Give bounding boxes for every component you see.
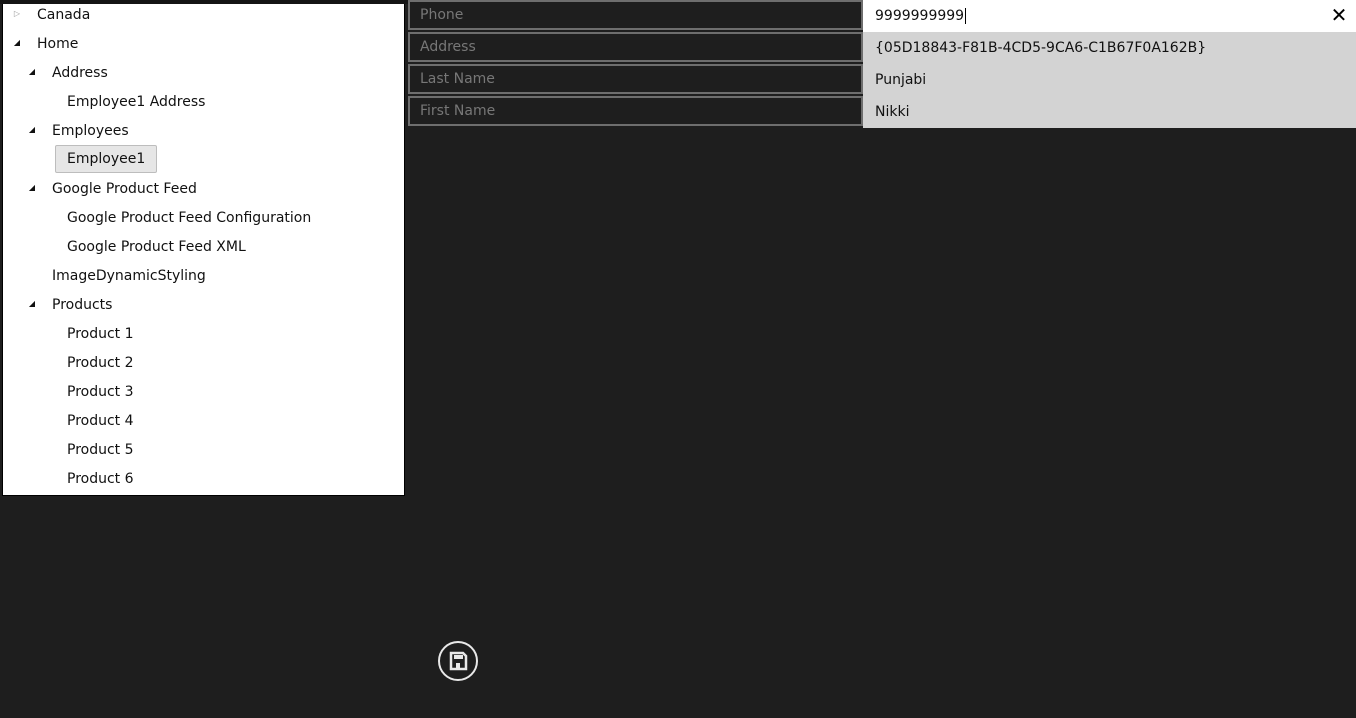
- first-name-input[interactable]: Nikki: [863, 96, 1356, 128]
- expand-collapsed-icon[interactable]: ▷: [12, 4, 22, 26]
- save-icon: [449, 651, 468, 671]
- tree-node-product-1[interactable]: Product 1: [55, 321, 146, 345]
- tree-node-product-5[interactable]: Product 5: [55, 437, 146, 461]
- tree-node-employees[interactable]: Employees: [40, 118, 141, 142]
- tree-node-address[interactable]: Address: [40, 60, 120, 84]
- tree-node-google-product-feed-xml[interactable]: Google Product Feed XML: [55, 234, 258, 258]
- tree-node-employee1-address[interactable]: Employee1 Address: [55, 89, 217, 113]
- address-input[interactable]: {05D18843-F81B-4CD5-9CA6-C1B67F0A162B}: [863, 32, 1356, 64]
- tree-node-employee1[interactable]: Employee1: [55, 145, 158, 173]
- tree-node-canada[interactable]: Canada: [25, 4, 102, 26]
- content-tree[interactable]: ▷ Canada ◢ Home ◢ Address Employee1 Addr…: [2, 4, 405, 496]
- expand-expanded-icon[interactable]: ◢: [27, 176, 37, 200]
- field-label-last-name: Last Name: [408, 64, 863, 94]
- tree-node-products[interactable]: Products: [40, 292, 124, 316]
- field-row-last-name: Last Name Punjabi: [408, 64, 1356, 96]
- field-row-first-name: First Name Nikki: [408, 96, 1356, 128]
- expand-expanded-icon[interactable]: ◢: [27, 292, 37, 316]
- field-label-phone: Phone: [408, 0, 863, 30]
- phone-input[interactable]: 9999999999 ✕: [863, 0, 1356, 32]
- clear-icon[interactable]: ✕: [1328, 4, 1350, 26]
- tree-node-product-4[interactable]: Product 4: [55, 408, 146, 432]
- field-label-first-name: First Name: [408, 96, 863, 126]
- field-row-phone: Phone 9999999999 ✕: [408, 0, 1356, 32]
- tree-node-imagedynamicstyling[interactable]: ImageDynamicStyling: [40, 263, 218, 287]
- tree-node-home[interactable]: Home: [25, 31, 90, 55]
- field-row-address: Address {05D18843-F81B-4CD5-9CA6-C1B67F0…: [408, 32, 1356, 64]
- field-label-address: Address: [408, 32, 863, 62]
- save-button[interactable]: [438, 641, 478, 681]
- expand-expanded-icon[interactable]: ◢: [27, 60, 37, 84]
- last-name-input[interactable]: Punjabi: [863, 64, 1356, 96]
- tree-node-product-2[interactable]: Product 2: [55, 350, 146, 374]
- tree-node-product-3[interactable]: Product 3: [55, 379, 146, 403]
- tree-node-google-product-feed[interactable]: Google Product Feed: [40, 176, 209, 200]
- tree-node-google-product-feed-configuration[interactable]: Google Product Feed Configuration: [55, 205, 323, 229]
- text-caret: [965, 8, 967, 24]
- expand-expanded-icon[interactable]: ◢: [27, 118, 37, 142]
- expand-expanded-icon[interactable]: ◢: [12, 31, 22, 55]
- tree-node-product-6[interactable]: Product 6: [55, 466, 146, 490]
